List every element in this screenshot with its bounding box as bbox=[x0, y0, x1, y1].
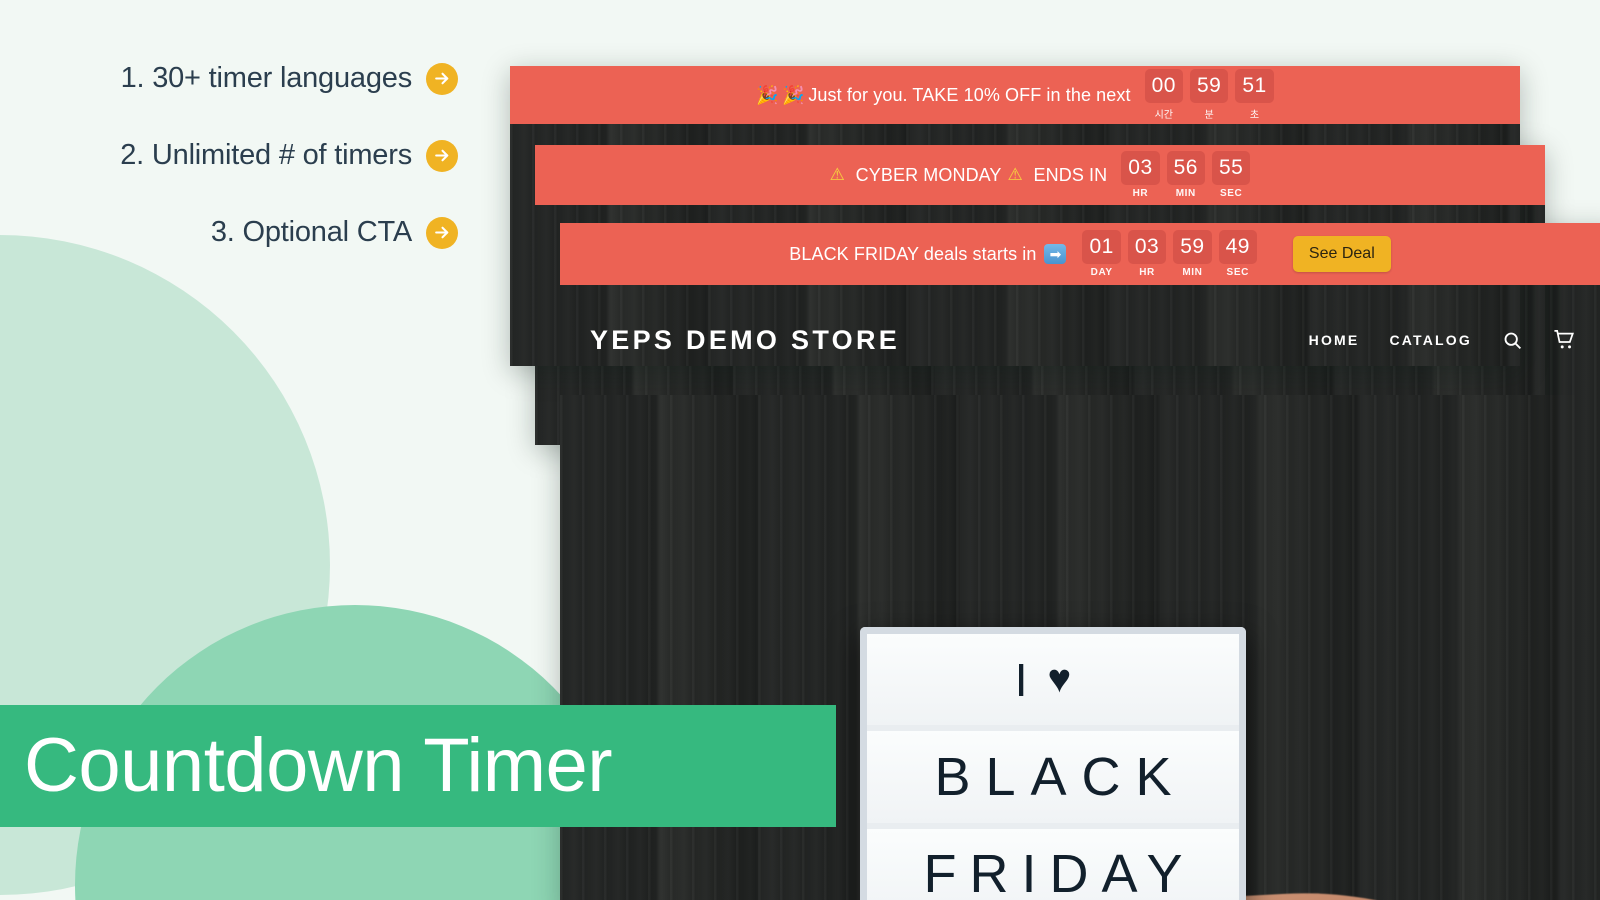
timer-value-minute: 59 bbox=[1189, 69, 1229, 103]
store-header: YEPS DEMO STORE HOME CATALOG bbox=[560, 285, 1600, 395]
timer-value-min: 56 bbox=[1166, 151, 1205, 185]
timer-unit-hr: 03 HR bbox=[1127, 230, 1167, 278]
countdown-bar-black-friday: BLACK FRIDAY deals starts in 01 DAY 03 H… bbox=[560, 223, 1600, 285]
party-popper-emoji bbox=[756, 85, 776, 105]
cart-icon[interactable] bbox=[1553, 329, 1576, 351]
timer-value-hr: 03 bbox=[1127, 230, 1167, 264]
timer-unit-hour: 00 시간 bbox=[1144, 69, 1183, 121]
timer-value-hour: 00 bbox=[1144, 69, 1183, 103]
timer-label-second: 초 bbox=[1249, 110, 1260, 121]
timer-label-hr: HR bbox=[1139, 267, 1155, 278]
nav-link-catalog[interactable]: CATALOG bbox=[1389, 332, 1472, 348]
banner-message-korean: Just for you. TAKE 10% OFF in the next bbox=[756, 85, 1130, 106]
feature-label: 1. 30+ timer languages bbox=[120, 62, 413, 94]
banner-text: BLACK FRIDAY deals starts in bbox=[789, 243, 1037, 264]
countdown-timer-korean: 00 시간 59 분 51 초 bbox=[1144, 69, 1274, 121]
store-logo[interactable]: YEPS DEMO STORE bbox=[590, 325, 900, 356]
timer-unit-hr: 03 HR bbox=[1121, 151, 1160, 199]
timer-value-hr: 03 bbox=[1121, 151, 1160, 185]
countdown-bar-cyber-monday: CYBER MONDAY ENDS IN 03 HR 56 MIN 55 SEC bbox=[535, 145, 1545, 205]
feature-list: 1. 30+ timer languages 2. Unlimited # of… bbox=[0, 62, 480, 249]
nav-link-home[interactable]: HOME bbox=[1309, 332, 1360, 348]
warning-emoji bbox=[1008, 166, 1028, 184]
lightbox-line-3: FRIDAY bbox=[867, 828, 1239, 900]
lightbox-sign: I ♥ BLACK FRIDAY bbox=[860, 627, 1246, 900]
timer-unit-min: 56 MIN bbox=[1166, 151, 1205, 199]
title-banner: Countdown Timer bbox=[0, 705, 836, 827]
timer-label-minute: 분 bbox=[1204, 110, 1214, 121]
timer-unit-sec: 49 SEC bbox=[1218, 230, 1257, 278]
see-deal-button[interactable]: See Deal bbox=[1292, 236, 1391, 272]
feature-item-unlimited: 2. Unlimited # of timers bbox=[0, 139, 480, 172]
banner-message-cyber-monday: CYBER MONDAY ENDS IN bbox=[830, 165, 1108, 186]
lightbox-line-1: I ♥ bbox=[867, 634, 1239, 726]
search-icon[interactable] bbox=[1502, 330, 1523, 351]
lightbox-letter-i: I bbox=[1014, 653, 1048, 706]
arrow-right-circle-icon bbox=[426, 139, 458, 172]
timer-label-min: MIN bbox=[1175, 188, 1196, 199]
feature-label: 3. Optional CTA bbox=[210, 216, 412, 248]
banner-text-post: ENDS IN bbox=[1033, 164, 1108, 185]
timer-unit-sec: 55 SEC bbox=[1211, 151, 1251, 199]
arrow-right-circle-icon bbox=[426, 62, 458, 95]
timer-unit-min: 59 MIN bbox=[1173, 230, 1212, 278]
timer-label-min: MIN bbox=[1182, 267, 1203, 278]
party-popper-emoji bbox=[782, 85, 802, 105]
store-navigation: HOME CATALOG bbox=[1309, 329, 1576, 351]
timer-value-min: 59 bbox=[1173, 230, 1212, 264]
timer-label-hour: 시간 bbox=[1154, 110, 1173, 121]
timer-label-day: DAY bbox=[1090, 267, 1113, 278]
timer-unit-minute: 59 분 bbox=[1189, 69, 1229, 121]
arrow-right-circle-icon bbox=[426, 216, 458, 249]
right-arrow-emoji bbox=[1044, 244, 1067, 264]
feature-item-languages: 1. 30+ timer languages bbox=[0, 62, 480, 95]
timer-unit-second: 51 초 bbox=[1235, 69, 1274, 121]
countdown-timer-cyber-monday: 03 HR 56 MIN 55 SEC bbox=[1121, 151, 1251, 199]
warning-emoji bbox=[830, 166, 850, 184]
timer-value-second: 51 bbox=[1235, 69, 1274, 103]
banner-message-black-friday: BLACK FRIDAY deals starts in bbox=[789, 244, 1068, 265]
page-title: Countdown Timer bbox=[24, 723, 613, 808]
timer-label-sec: SEC bbox=[1226, 267, 1249, 278]
feature-label: 2. Unlimited # of timers bbox=[120, 139, 412, 171]
timer-label-hr: HR bbox=[1132, 188, 1149, 199]
banner-text: Just for you. TAKE 10% OFF in the next bbox=[808, 84, 1131, 105]
countdown-timer-black-friday: 01 DAY 03 HR 59 MIN 49 SEC bbox=[1082, 230, 1257, 278]
timer-value-sec: 55 bbox=[1211, 151, 1251, 185]
countdown-bar-korean: Just for you. TAKE 10% OFF in the next 0… bbox=[510, 66, 1520, 124]
heart-icon: ♥ bbox=[1047, 657, 1092, 702]
feature-item-cta: 3. Optional CTA bbox=[0, 216, 480, 249]
timer-label-sec: SEC bbox=[1219, 188, 1243, 199]
timer-unit-day: 01 DAY bbox=[1082, 230, 1121, 278]
timer-value-day: 01 bbox=[1082, 230, 1121, 264]
poster-canvas: BLACK FRIDAY deals starts in 01 DAY 03 H… bbox=[0, 0, 1600, 900]
lightbox-line-2: BLACK bbox=[867, 731, 1239, 823]
banner-text-pre: CYBER MONDAY bbox=[855, 164, 1002, 185]
timer-value-sec: 49 bbox=[1218, 230, 1257, 264]
